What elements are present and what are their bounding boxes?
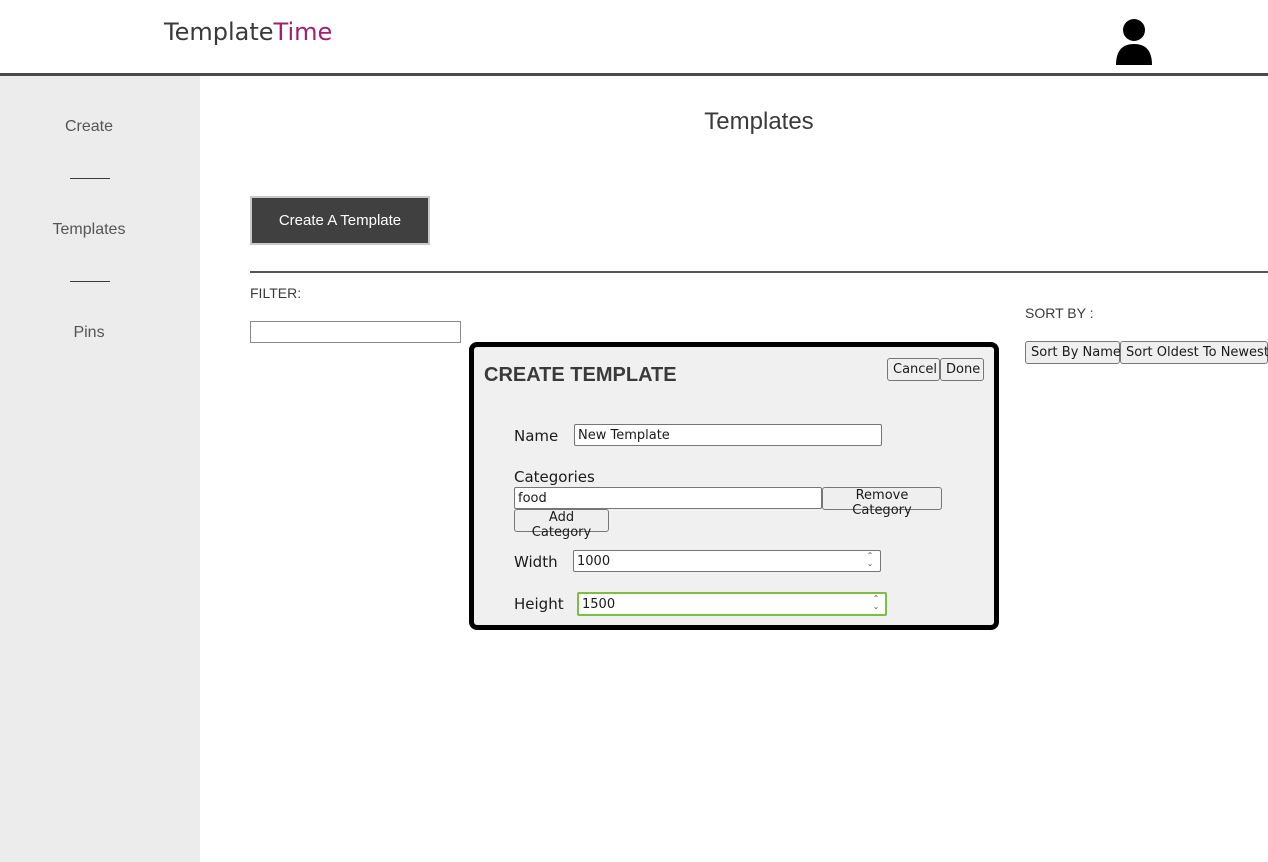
width-field[interactable] [573,550,881,572]
dialog-title: CREATE TEMPLATE [484,364,677,386]
cancel-button[interactable]: Cancel [887,358,940,381]
sort-by-name-button[interactable]: Sort By Name [1025,341,1121,364]
create-template-dialog: CREATE TEMPLATE Cancel Done Name Categor… [469,342,999,630]
spinner-icon[interactable]: ⌃ ⌄ [869,595,883,611]
sidebar-item-pins[interactable]: Pins [0,324,178,342]
sort-label: SORT BY : [1025,305,1094,321]
name-label: Name [514,427,559,445]
app-logo[interactable]: TemplateTime [164,18,332,46]
sidebar-divider [70,178,110,179]
height-label: Height [514,595,564,613]
height-stepper[interactable]: ⌃⌄ [577,592,887,616]
sidebar-item-create[interactable]: Create [0,118,178,136]
name-field[interactable] [574,424,882,446]
remove-category-button[interactable]: Remove Category [822,487,942,518]
create-template-button[interactable]: Create A Template [250,196,430,245]
spinner-icon[interactable]: ⌃ ⌄ [863,552,877,568]
filter-input[interactable] [250,321,461,343]
width-label: Width [514,553,558,571]
user-icon[interactable] [1114,18,1154,66]
sidebar-divider [70,281,110,282]
section-divider [250,271,1268,273]
sidebar: Create Templates Pins [0,76,200,862]
logo-text-template: Template [164,18,274,46]
categories-label: Categories [514,468,595,486]
top-header: TemplateTime [0,0,1268,76]
logo-text-time: Time [273,18,333,46]
sort-oldest-to-newest-button[interactable]: Sort Oldest To Newest [1120,341,1268,364]
add-category-button[interactable]: Add Category [514,509,609,540]
sidebar-item-templates[interactable]: Templates [0,221,178,239]
category-field[interactable] [514,487,822,509]
width-stepper[interactable]: ⌃⌄ [573,550,881,572]
page-title: Templates [704,108,814,135]
height-field[interactable] [577,592,887,616]
done-button[interactable]: Done [940,358,984,381]
filter-label: FILTER: [250,285,302,301]
